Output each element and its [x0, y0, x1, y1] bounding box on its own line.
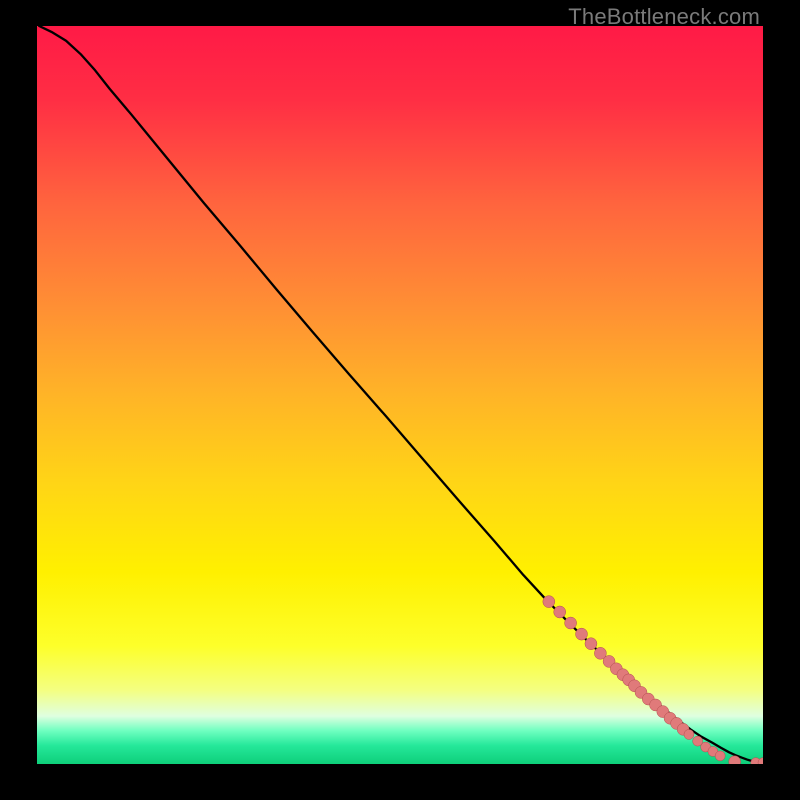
- plot-area: [37, 26, 763, 764]
- data-dot: [554, 606, 566, 618]
- chart-frame: TheBottleneck.com: [0, 0, 800, 800]
- data-dots: [543, 596, 763, 764]
- data-dot: [565, 617, 577, 629]
- data-dot: [684, 729, 694, 739]
- data-dot: [715, 751, 725, 761]
- data-dot: [576, 628, 588, 640]
- data-dot: [543, 596, 555, 608]
- curve-line: [39, 26, 763, 763]
- data-dot: [585, 638, 597, 650]
- plot-overlay: [37, 26, 763, 764]
